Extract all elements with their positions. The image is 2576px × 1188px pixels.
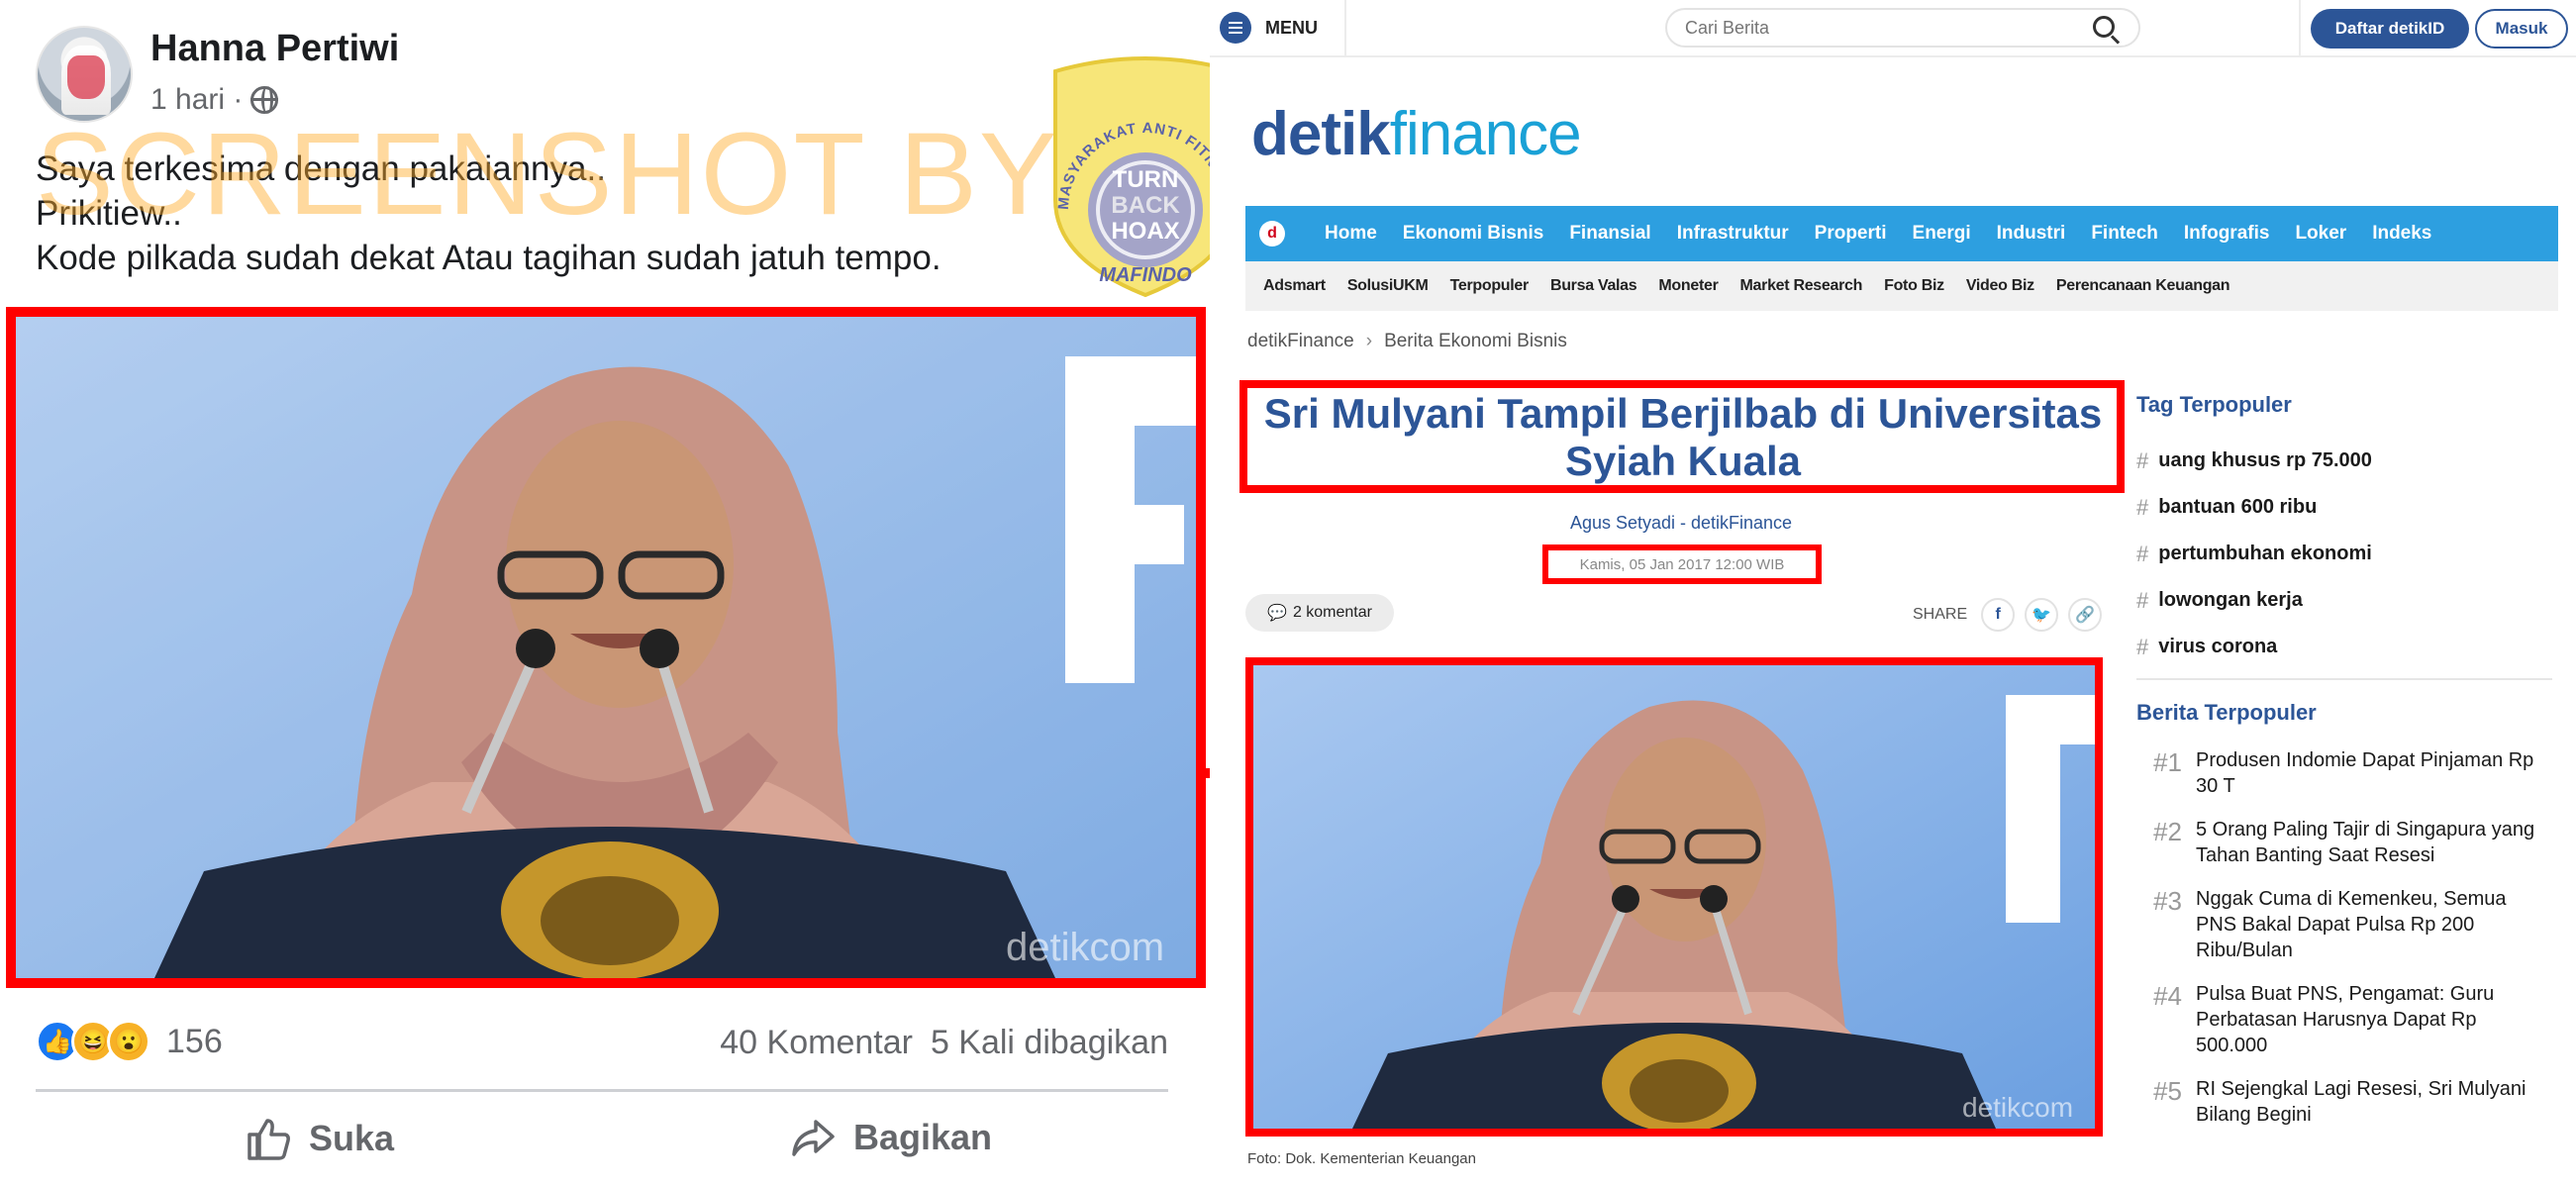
tag-item[interactable]: # virus corona — [2136, 624, 2552, 670]
breadcrumb-section[interactable]: Berita Ekonomi Bisnis — [1384, 331, 1567, 352]
detikfinance-logo[interactable]: detikfinance — [1251, 99, 1582, 169]
nav-infografis[interactable]: Infografis — [2184, 223, 2270, 245]
reactions-summary[interactable]: 👍 😆 😮 156 — [36, 1020, 223, 1063]
nav-finansial[interactable]: Finansial — [1569, 223, 1650, 245]
list-item[interactable]: #5 RI Sejengkal Lagi Resesi, Sri Mulyani … — [2136, 1076, 2552, 1128]
nav-solusiukm[interactable]: SolusiUKM — [1347, 277, 1429, 295]
nav-properti[interactable]: Properti — [1815, 223, 1887, 245]
breadcrumb-home[interactable]: detikFinance — [1247, 331, 1354, 352]
berita-heading[interactable]: Berita Terpopuler — [2136, 700, 2552, 726]
photo-caption: Foto: Dok. Kementerian Keuangan — [1247, 1150, 1476, 1167]
post-stats: 40 Komentar 5 Kali dibagikan — [720, 1024, 1168, 1062]
hamburger-icon — [1220, 12, 1251, 44]
nav-loker[interactable]: Loker — [2295, 223, 2346, 245]
nav-moneter[interactable]: Moneter — [1658, 277, 1718, 295]
share-arrow-icon — [792, 1120, 835, 1156]
share-count[interactable]: 5 Kali dibagikan — [931, 1024, 1168, 1062]
link-icon[interactable]: 🔗 — [2068, 598, 2103, 632]
nav-terpopuler[interactable]: Terpopuler — [1450, 277, 1530, 295]
sidebar-divider — [2136, 678, 2552, 680]
hash-icon: # — [2136, 634, 2149, 659]
comments-button[interactable]: 💬 2 komentar — [1245, 594, 1394, 632]
share-bar: SHARE f 🐦 🔗 — [1913, 598, 2103, 632]
tag-item[interactable]: # uang khusus rp 75.000 — [2136, 438, 2552, 484]
register-button[interactable]: Daftar detikID — [2311, 9, 2469, 49]
stamp-mafindo: MAFINDO — [1099, 264, 1192, 286]
nav-infrastruktur[interactable]: Infrastruktur — [1677, 223, 1789, 245]
post-author[interactable]: Hanna Pertiwi — [150, 28, 399, 70]
list-item[interactable]: #3 Nggak Cuma di Kemenkeu, Semua PNS Baka… — [2136, 886, 2552, 963]
sidebar: Tag Terpopuler # uang khusus rp 75.000 # b… — [2136, 392, 2552, 1145]
chevron-right-icon: › — [1365, 331, 1373, 351]
stamp-turn: TURN — [1113, 166, 1179, 193]
nav-adsmart[interactable]: Adsmart — [1263, 277, 1326, 295]
article-photo[interactable]: detikcom — [1245, 657, 2103, 1137]
tag-heading[interactable]: Tag Terpopuler — [2136, 392, 2552, 418]
photo-watermark-text: detikcom — [1006, 926, 1164, 969]
article-speaker-photo: detikcom — [1253, 665, 2095, 1129]
avatar[interactable] — [36, 26, 133, 123]
share-button[interactable]: Bagikan — [790, 1117, 992, 1158]
stamp-back: BACK — [1111, 192, 1180, 219]
hash-icon: # — [2136, 494, 2149, 520]
post-text: Saya terkesima dengan pakaiannya.. Priki… — [36, 149, 941, 277]
nav-market-research[interactable]: Market Research — [1740, 277, 1863, 295]
hash-icon: # — [2136, 447, 2149, 473]
article-title: Sri Mulyani Tampil Berjilbab di Universi… — [1263, 390, 2103, 484]
post-photo[interactable]: detikcom — [6, 307, 1206, 988]
thumbs-up-icon — [248, 1119, 290, 1160]
comment-count[interactable]: 40 Komentar — [720, 1024, 913, 1062]
tag-item[interactable]: # pertumbuhan ekonomi — [2136, 531, 2552, 577]
tag-item[interactable]: # lowongan kerja — [2136, 577, 2552, 624]
like-button[interactable]: Suka — [246, 1117, 394, 1160]
stamp-hoax: HOAX — [1111, 218, 1179, 245]
login-button[interactable]: Masuk — [2475, 9, 2568, 49]
nav-industri[interactable]: Industri — [1997, 223, 2066, 245]
nav-perencanaan-keuangan[interactable]: Perencanaan Keuangan — [2056, 277, 2230, 295]
list-item[interactable]: #4 Pulsa Buat PNS, Pengamat: Guru Perbata… — [2136, 981, 2552, 1058]
breadcrumb: detikFinance › Berita Ekonomi Bisnis — [1247, 331, 1567, 352]
secondary-nav: Adsmart SolusiUKM Terpopuler Bursa Valas… — [1245, 261, 2558, 311]
menu-button[interactable]: MENU — [1220, 12, 1318, 44]
tag-item[interactable]: # bantuan 600 ribu — [2136, 484, 2552, 531]
nav-fintech[interactable]: Fintech — [2091, 223, 2158, 245]
nav-foto-biz[interactable]: Foto Biz — [1884, 277, 1944, 295]
hash-icon: # — [2136, 587, 2149, 613]
divider — [36, 1089, 1168, 1092]
list-item[interactable]: #2 5 Orang Paling Tajir di Singapura yang… — [2136, 817, 2552, 868]
reaction-count: 156 — [166, 1022, 223, 1060]
nav-home[interactable]: Home — [1325, 223, 1377, 245]
post-time: 1 hari · — [150, 83, 279, 117]
speaker-photo: detikcom — [16, 317, 1196, 978]
nav-bursa-valas[interactable]: Bursa Valas — [1550, 277, 1637, 295]
detik-d-icon[interactable]: d — [1259, 221, 1285, 247]
list-item[interactable]: #1 Produsen Indomie Dapat Pinjaman Rp 30 … — [2136, 747, 2552, 799]
nav-ekonomi-bisnis[interactable]: Ekonomi Bisnis — [1403, 223, 1544, 245]
globe-icon — [250, 86, 279, 114]
tag-list: # uang khusus rp 75.000 # bantuan 600 ribu… — [2136, 438, 2552, 670]
top-bar: MENU Daftar detikID Masuk — [1210, 0, 2576, 57]
facebook-icon[interactable]: f — [1981, 598, 2016, 632]
search-input[interactable] — [1665, 8, 2140, 48]
nav-indeks[interactable]: Indeks — [2372, 223, 2431, 245]
article-photo-watermark-text: detikcom — [1962, 1092, 2073, 1123]
comment-bubble-icon: 💬 — [1267, 605, 1287, 622]
hash-icon: # — [2136, 541, 2149, 566]
nav-energi[interactable]: Energi — [1913, 223, 1971, 245]
primary-nav: d Home Ekonomi Bisnis Finansial Infrastr… — [1245, 206, 2558, 261]
detik-article-page: MENU Daftar detikID Masuk detikfinance d… — [1210, 0, 2576, 1188]
facebook-post: Hanna Pertiwi 1 hari · Saya terkesima de… — [0, 0, 1208, 1188]
twitter-icon[interactable]: 🐦 — [2025, 598, 2059, 632]
search-icon[interactable] — [2093, 16, 2115, 38]
article-date: Kamis, 05 Jan 2017 12:00 WIB — [1542, 544, 1822, 584]
wow-reaction-icon: 😮 — [107, 1020, 150, 1063]
nav-video-biz[interactable]: Video Biz — [1966, 277, 2034, 295]
article-author[interactable]: Agus Setyadi - detikFinance — [1245, 513, 2117, 534]
